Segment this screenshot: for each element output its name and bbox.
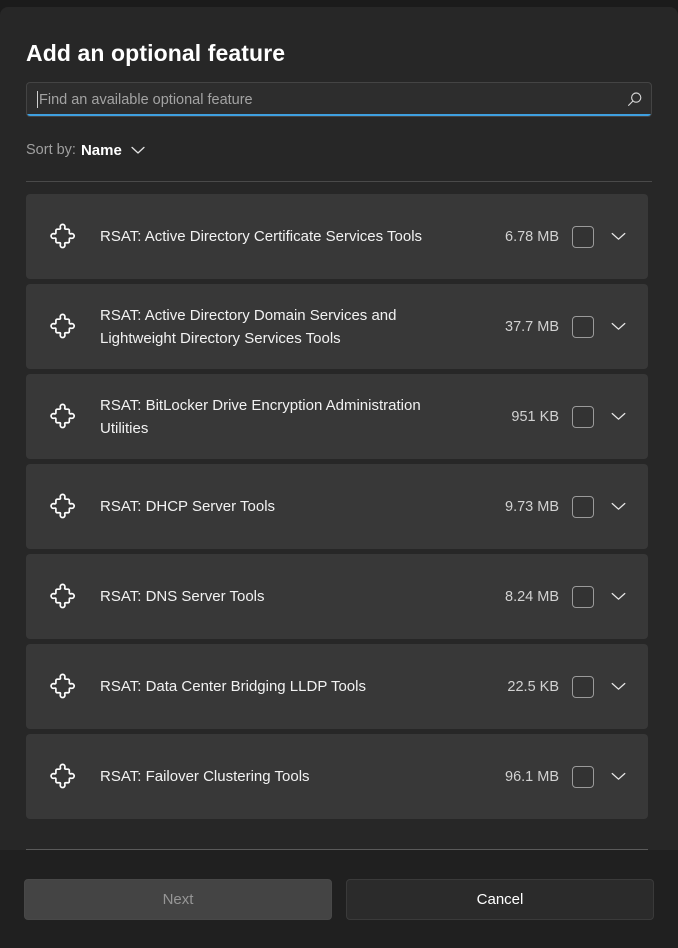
cancel-button[interactable]: Cancel [346, 878, 654, 920]
chevron-down-icon[interactable] [594, 772, 642, 781]
feature-size: 37.7 MB [505, 318, 559, 335]
feature-name: RSAT: DNS Server Tools [100, 588, 265, 605]
feature-size: 951 KB [511, 408, 559, 425]
search-icon[interactable] [617, 91, 651, 108]
chevron-down-icon[interactable] [594, 412, 642, 421]
feature-checkbox[interactable] [572, 495, 594, 518]
search-input[interactable] [38, 83, 617, 116]
feature-checkbox[interactable] [572, 315, 594, 338]
chevron-down-icon[interactable] [594, 682, 642, 691]
sort-by-control[interactable]: Sort by: Name [26, 139, 652, 161]
feature-row[interactable]: RSAT: DHCP Server Tools 9.73 MB [26, 464, 648, 549]
feature-row[interactable]: RSAT: Active Directory Certificate Servi… [26, 194, 648, 279]
feature-row[interactable]: RSAT: Active Directory Domain Services a… [26, 284, 648, 369]
chevron-down-icon[interactable] [594, 592, 642, 601]
feature-checkbox[interactable] [572, 585, 594, 608]
feature-checkbox[interactable] [572, 405, 594, 428]
feature-name: RSAT: Active Directory Certificate Servi… [100, 228, 423, 245]
puzzle-piece-icon [26, 763, 100, 790]
next-button[interactable]: Next [24, 878, 332, 920]
feature-name: RSAT: Failover Clustering Tools [100, 768, 310, 785]
feature-size: 6.78 MB [505, 228, 559, 245]
puzzle-piece-icon [26, 673, 100, 700]
feature-row[interactable]: RSAT: Data Center Bridging LLDP Tools 22.… [26, 644, 648, 729]
chevron-down-icon[interactable] [131, 146, 145, 155]
puzzle-piece-icon [26, 223, 100, 250]
puzzle-piece-icon [26, 493, 100, 520]
feature-size: 9.73 MB [505, 498, 559, 515]
feature-size: 8.24 MB [505, 588, 559, 605]
list-bottom-fade [0, 837, 678, 849]
feature-checkbox[interactable] [572, 765, 594, 788]
chevron-down-icon[interactable] [594, 322, 642, 331]
dialog-header: Add an optional feature Sort by: Name [0, 7, 678, 161]
feature-name: RSAT: Data Center Bridging LLDP Tools [100, 678, 366, 695]
page-title: Add an optional feature [26, 40, 286, 66]
feature-row[interactable]: RSAT: BitLocker Drive Encryption Adminis… [26, 374, 648, 459]
feature-checkbox[interactable] [572, 675, 594, 698]
feature-name: RSAT: Active Directory Domain Services a… [100, 306, 397, 347]
feature-checkbox[interactable] [572, 225, 594, 248]
puzzle-piece-icon [26, 313, 100, 340]
feature-row[interactable]: RSAT: Failover Clustering Tools 96.1 MB [26, 734, 648, 819]
chevron-down-icon[interactable] [594, 502, 642, 511]
dialog-footer: Next Cancel [0, 850, 678, 948]
feature-name: RSAT: DHCP Server Tools [100, 498, 276, 515]
add-optional-feature-dialog: Add an optional feature Sort by: Name [0, 7, 678, 948]
puzzle-piece-icon [26, 583, 100, 610]
puzzle-piece-icon [26, 403, 100, 430]
feature-row[interactable]: RSAT: DNS Server Tools 8.24 MB [26, 554, 648, 639]
sort-by-value[interactable]: Name [81, 142, 122, 159]
chevron-down-icon[interactable] [594, 232, 642, 241]
feature-name: RSAT: BitLocker Drive Encryption Adminis… [100, 396, 421, 437]
feature-list: RSAT: Active Directory Certificate Servi… [0, 182, 678, 850]
sort-by-label: Sort by: [26, 142, 76, 158]
list-bottom-divider [26, 849, 648, 850]
search-box[interactable] [26, 82, 652, 117]
feature-size: 22.5 KB [507, 678, 559, 695]
feature-size: 96.1 MB [505, 768, 559, 785]
